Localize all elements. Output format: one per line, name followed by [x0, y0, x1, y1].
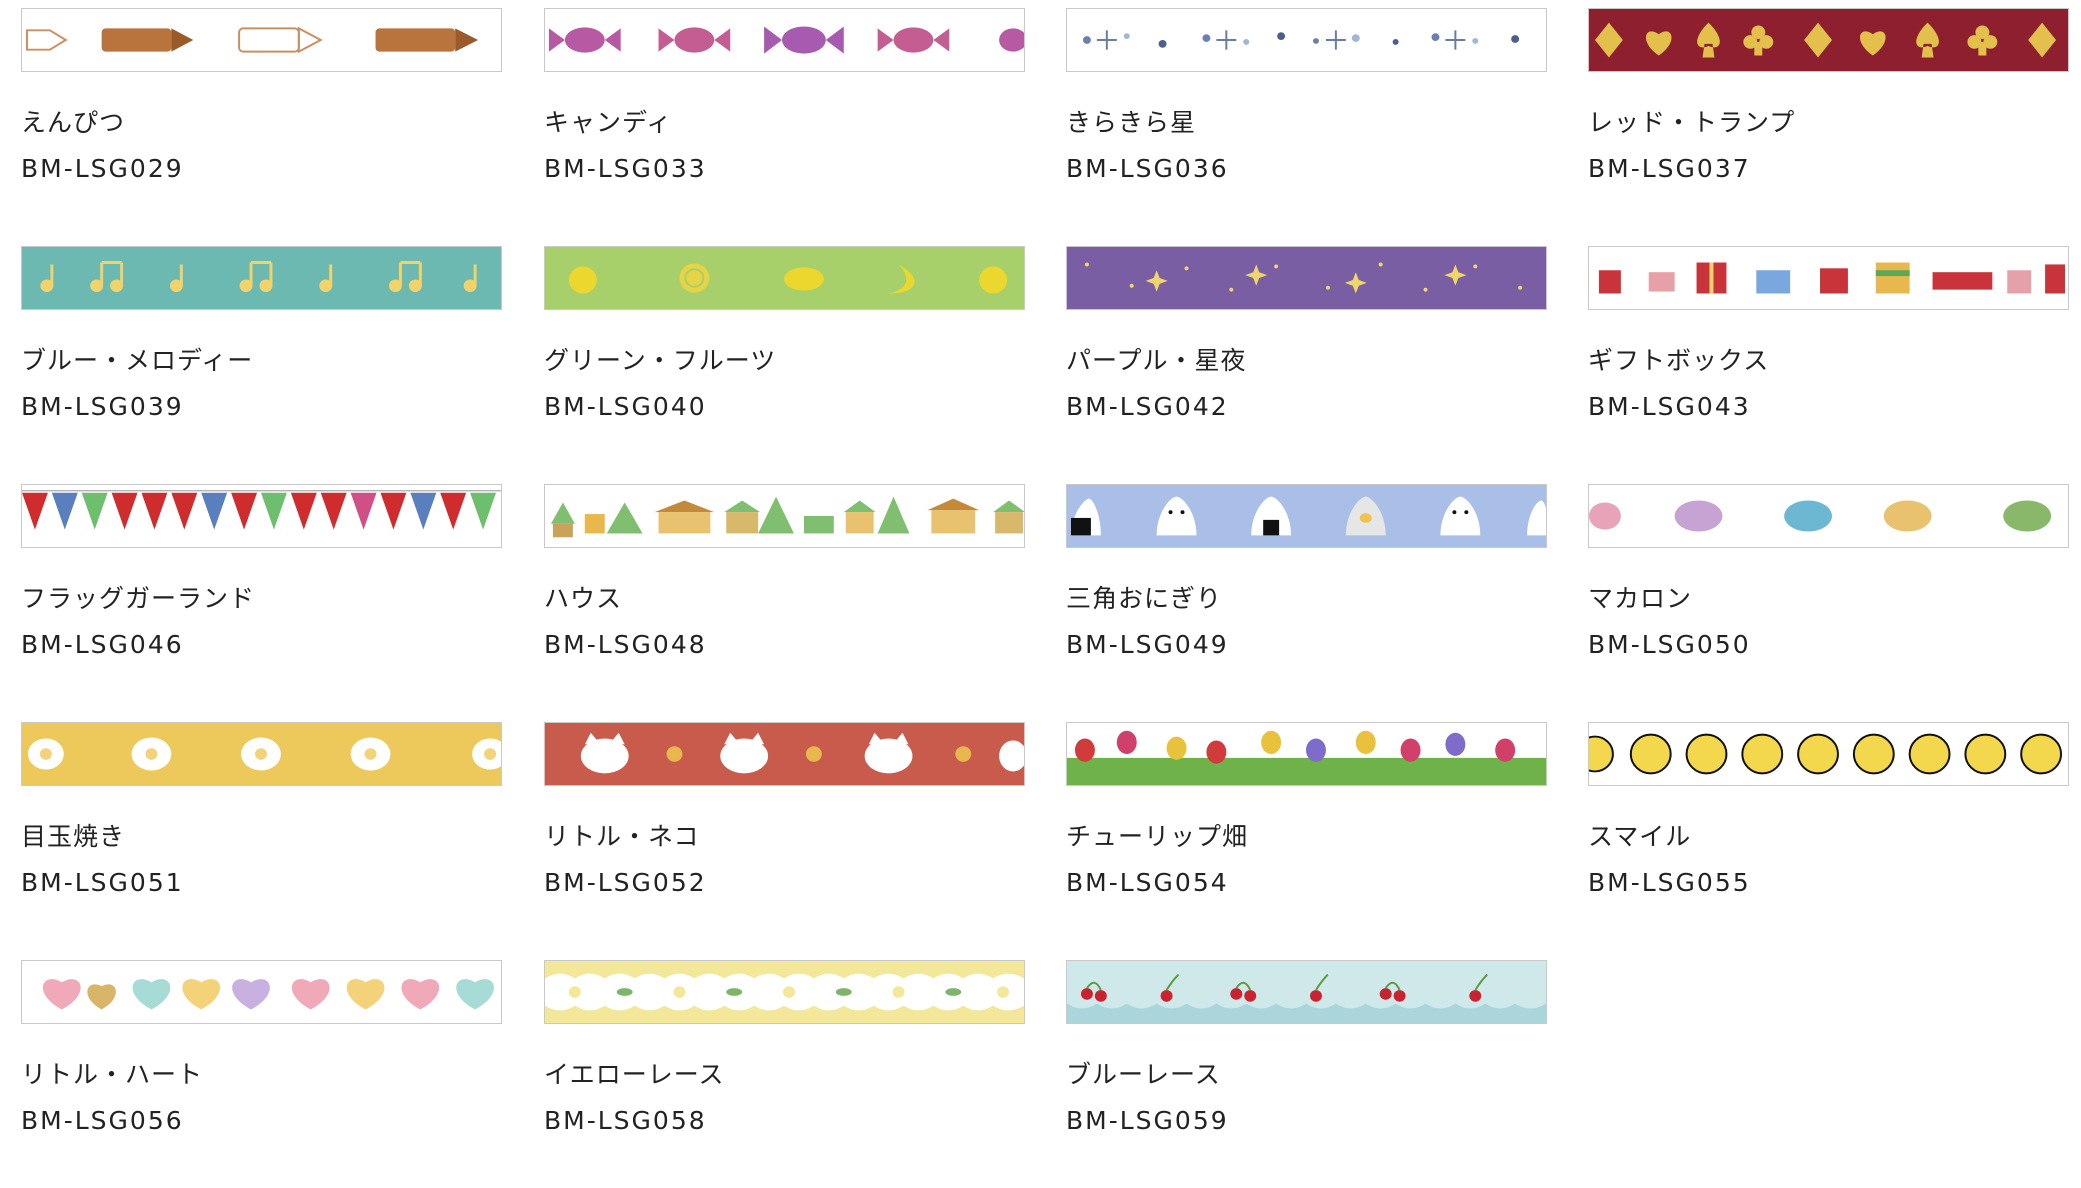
heart-pattern-icon	[22, 961, 501, 1023]
tape-swatch[interactable]	[1588, 484, 2069, 548]
tape-swatch[interactable]	[544, 960, 1025, 1024]
product-name: ギフトボックス	[1588, 346, 1770, 375]
tape-swatch[interactable]	[21, 722, 502, 786]
product-card[interactable]: えんぴつ BM-LSG029	[21, 8, 504, 236]
product-name: フラッグガーランド	[21, 584, 256, 613]
product-card[interactable]: きらきら星 BM-LSG036	[1066, 8, 1549, 236]
product-code: BM-LSG048	[544, 630, 707, 659]
tape-swatch[interactable]	[1588, 8, 2069, 72]
product-name: キャンディ	[544, 108, 673, 137]
onigiri-pattern-icon	[1067, 485, 1546, 547]
tape-swatch[interactable]	[21, 960, 502, 1024]
product-code: BM-LSG054	[1066, 868, 1229, 897]
product-code: BM-LSG051	[21, 868, 184, 897]
product-code: BM-LSG059	[1066, 1106, 1229, 1135]
card-suit-pattern-icon	[1589, 9, 2068, 71]
smiley-pattern-icon	[1589, 723, 2068, 785]
product-card[interactable]: フラッグガーランド BM-LSG046	[21, 484, 504, 712]
product-card[interactable]: スマイル BM-LSG055	[1588, 722, 2071, 950]
product-name: スマイル	[1588, 822, 1692, 851]
product-code: BM-LSG046	[21, 630, 184, 659]
product-card[interactable]: キャンディ BM-LSG033	[544, 8, 1027, 236]
sparkle-star-pattern-icon	[1067, 9, 1546, 71]
product-card[interactable]: 目玉焼き BM-LSG051	[21, 722, 504, 950]
product-name: マカロン	[1588, 584, 1693, 613]
product-name: ブルーレース	[1066, 1060, 1221, 1089]
product-code: BM-LSG037	[1588, 154, 1751, 183]
product-name: リトル・ハート	[21, 1060, 204, 1089]
tape-swatch[interactable]	[21, 246, 502, 310]
product-card[interactable]: ハウス BM-LSG048	[544, 484, 1027, 712]
product-card[interactable]: 三角おにぎり BM-LSG049	[1066, 484, 1549, 712]
product-code: BM-LSG052	[544, 868, 707, 897]
product-name: イエローレース	[544, 1060, 725, 1089]
tape-swatch[interactable]	[1066, 722, 1547, 786]
product-code: BM-LSG039	[21, 392, 184, 421]
gift-box-pattern-icon	[1589, 247, 2068, 309]
product-code: BM-LSG042	[1066, 392, 1229, 421]
tape-swatch[interactable]	[1066, 8, 1547, 72]
fried-egg-pattern-icon	[22, 723, 501, 785]
night-star-pattern-icon	[1067, 247, 1546, 309]
cat-pattern-icon	[545, 723, 1024, 785]
product-code: BM-LSG043	[1588, 392, 1751, 421]
product-card[interactable]: ギフトボックス BM-LSG043	[1588, 246, 2071, 474]
candy-pattern-icon	[545, 9, 1024, 71]
product-code: BM-LSG050	[1588, 630, 1751, 659]
product-card[interactable]: リトル・ハート BM-LSG056	[21, 960, 504, 1188]
product-code: BM-LSG029	[21, 154, 184, 183]
product-name: パープル・星夜	[1066, 346, 1247, 375]
product-card[interactable]: イエローレース BM-LSG058	[544, 960, 1027, 1188]
product-name: チューリップ畑	[1066, 822, 1249, 851]
product-code: BM-LSG058	[544, 1106, 707, 1135]
tape-swatch[interactable]	[1588, 722, 2069, 786]
product-card[interactable]: パープル・星夜 BM-LSG042	[1066, 246, 1549, 474]
product-name: ハウス	[544, 584, 623, 613]
product-card[interactable]: レッド・トランプ BM-LSG037	[1588, 8, 2071, 236]
tape-swatch[interactable]	[544, 246, 1025, 310]
product-card[interactable]: ブルー・メロディー BM-LSG039	[21, 246, 504, 474]
product-code: BM-LSG040	[544, 392, 707, 421]
product-name: 目玉焼き	[21, 822, 126, 851]
tape-swatch[interactable]	[21, 484, 502, 548]
tape-swatch[interactable]	[1066, 960, 1547, 1024]
macaron-pattern-icon	[1589, 485, 2068, 547]
music-note-pattern-icon	[22, 247, 501, 309]
product-code: BM-LSG055	[1588, 868, 1751, 897]
tulip-pattern-icon	[1067, 723, 1546, 785]
product-card[interactable]: リトル・ネコ BM-LSG052	[544, 722, 1027, 950]
product-name: リトル・ネコ	[544, 822, 700, 851]
pencil-pattern-icon	[22, 9, 501, 71]
product-card[interactable]: グリーン・フルーツ BM-LSG040	[544, 246, 1027, 474]
tape-swatch[interactable]	[544, 8, 1025, 72]
product-grid: えんぴつ BM-LSG029 キャンディ BM-LSG033 きらきら星 BM-…	[21, 8, 2081, 1151]
product-code: BM-LSG033	[544, 154, 707, 183]
product-code: BM-LSG036	[1066, 154, 1229, 183]
tape-swatch[interactable]	[1066, 484, 1547, 548]
tape-swatch[interactable]	[21, 8, 502, 72]
house-pattern-icon	[545, 485, 1024, 547]
product-code: BM-LSG049	[1066, 630, 1229, 659]
product-code: BM-LSG056	[21, 1106, 184, 1135]
product-name: ブルー・メロディー	[21, 346, 254, 375]
product-name: 三角おにぎり	[1066, 584, 1223, 613]
tape-swatch[interactable]	[544, 722, 1025, 786]
product-name: グリーン・フルーツ	[544, 346, 777, 375]
tape-swatch[interactable]	[1066, 246, 1547, 310]
product-card[interactable]: チューリップ畑 BM-LSG054	[1066, 722, 1549, 950]
yellow-lace-pattern-icon	[545, 961, 1024, 1023]
fruit-pattern-icon	[545, 247, 1024, 309]
blue-lace-pattern-icon	[1067, 961, 1546, 1023]
product-card[interactable]: ブルーレース BM-LSG059	[1066, 960, 1549, 1188]
product-name: レッド・トランプ	[1588, 108, 1796, 137]
flag-garland-pattern-icon	[22, 485, 501, 547]
product-card[interactable]: マカロン BM-LSG050	[1588, 484, 2071, 712]
product-name: きらきら星	[1066, 108, 1197, 137]
product-name: えんぴつ	[21, 108, 126, 137]
tape-swatch[interactable]	[1588, 246, 2069, 310]
tape-swatch[interactable]	[544, 484, 1025, 548]
